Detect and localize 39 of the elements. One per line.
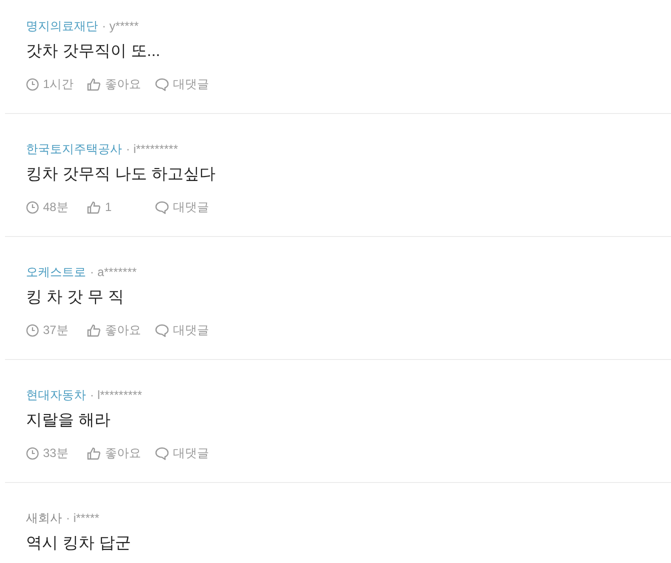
reply-button[interactable]: 대댓글	[173, 75, 209, 93]
company-name[interactable]: 명지의료재단	[26, 17, 98, 35]
comment-text: 킹 차 갓 무 직	[26, 288, 125, 308]
clock-icon	[26, 200, 39, 214]
author-id: · i*********	[126, 141, 178, 158]
clock-icon	[26, 446, 39, 460]
comment-text: 지랄을 해라	[26, 411, 112, 431]
like-button[interactable]: 좋아요	[105, 75, 141, 93]
like-button[interactable]: 좋아요	[105, 444, 141, 462]
comment-text: 갓차 갓무직이 또...	[26, 42, 162, 62]
comment-text: 역시 킹차 답군	[26, 534, 132, 554]
post-time: 48분	[43, 199, 68, 216]
speech-bubble-icon	[155, 200, 169, 214]
comment-text: 킹차 갓무직 나도 하고싶다	[26, 165, 216, 185]
thumbs-up-icon	[87, 200, 101, 214]
company-name[interactable]: 오케스트로	[26, 263, 86, 281]
speech-bubble-icon	[155, 446, 169, 460]
reply-button[interactable]: 대댓글	[173, 444, 209, 462]
speech-bubble-icon	[155, 324, 169, 336]
reply-button[interactable]: 대댓글	[173, 321, 209, 339]
author-id: · i*****	[66, 510, 100, 527]
company-name[interactable]: 한국토지주택공사	[26, 140, 122, 158]
company-name[interactable]: 새회사	[26, 509, 62, 527]
thumbs-up-icon	[87, 446, 101, 460]
like-button[interactable]: 좋아요	[105, 321, 141, 339]
thumbs-up-icon	[87, 324, 101, 336]
clock-icon	[26, 324, 39, 336]
speech-bubble-icon	[155, 78, 169, 90]
like-button[interactable]: 1	[105, 198, 112, 216]
thumbs-up-icon	[87, 78, 101, 90]
post-time: 33분	[43, 445, 68, 462]
author-id: · y*****	[102, 18, 139, 35]
post-time: 37분	[43, 322, 68, 339]
author-id: · l*********	[90, 387, 142, 404]
author-id: · a*******	[90, 264, 137, 281]
clock-icon	[26, 78, 39, 90]
post-time: 1시간	[43, 76, 74, 93]
company-name[interactable]: 현대자동차	[26, 386, 86, 404]
reply-button[interactable]: 대댓글	[173, 198, 209, 216]
